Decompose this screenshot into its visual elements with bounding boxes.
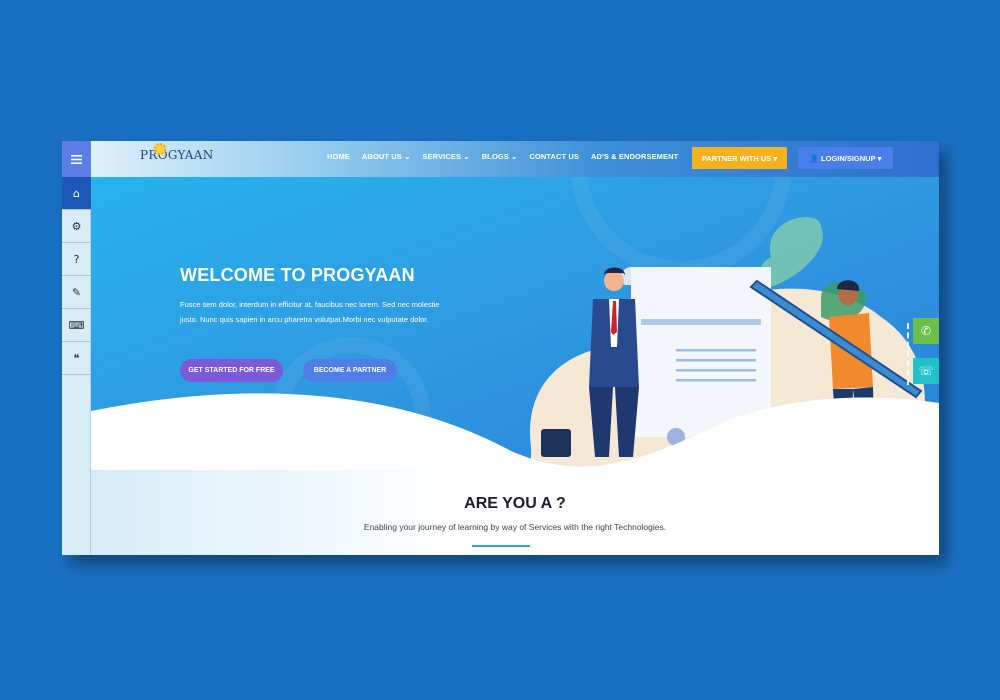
login-signup-button[interactable]: 👤 LOGIN/SIGNUP ▾ — [798, 147, 893, 169]
nav-home[interactable]: HOME — [327, 152, 350, 161]
hero-description: Fusce sem dolor, interdum in efficitur a… — [180, 300, 440, 324]
become-partner-button[interactable]: BECOME A PARTNER — [303, 359, 397, 382]
tools-icon: ✎ — [71, 285, 82, 299]
caret-down-icon: ▾ — [877, 153, 882, 163]
hero-title: WELCOME TO PROGYAAN — [180, 265, 415, 285]
nav-menu: HOME ABOUT US ⌄ SERVICES ⌄ BLOGS ⌄ CONTA… — [327, 152, 690, 161]
chevron-down-icon: ⌄ — [510, 152, 518, 161]
hamburger-icon — [71, 154, 82, 164]
whatsapp-icon: ✆ — [920, 324, 932, 338]
nav-blogs[interactable]: BLOGS ⌄ — [482, 152, 518, 161]
top-navbar: PROGYAAN HOME ABOUT US ⌄ SERVICES ⌄ BLOG… — [91, 141, 939, 177]
home-icon: ⌂ — [73, 186, 80, 200]
sidebar: ⌂ ⚙ ? ✎ ⌨ ❝ — [62, 141, 91, 555]
logo-text: PROGYAAN — [140, 148, 214, 162]
get-started-button[interactable]: GET STARTED FOR FREE — [180, 359, 283, 382]
sidebar-item-tools[interactable]: ✎ — [62, 276, 91, 309]
chevron-down-icon: ⌄ — [404, 152, 411, 161]
logo-sun-icon — [154, 143, 166, 155]
menu-toggle-button[interactable] — [62, 141, 91, 177]
nav-services[interactable]: SERVICES ⌄ — [422, 152, 469, 161]
chevron-down-icon: ⌄ — [463, 152, 470, 161]
section-title: ARE YOU A ? — [464, 495, 566, 512]
sidebar-item-keyboard[interactable]: ⌨ — [62, 309, 91, 342]
question-icon: ? — [73, 252, 80, 266]
section-subtitle: Enabling your journey of learning by way… — [363, 522, 667, 532]
whatsapp-button[interactable]: ✆ — [913, 318, 939, 344]
sidebar-item-help[interactable]: ? — [62, 243, 91, 276]
user-icon: 👤 — [809, 153, 819, 163]
are-you-section: ARE YOU A ? Enabling your journey of lea… — [91, 470, 939, 555]
caret-down-icon: ▾ — [773, 153, 778, 163]
section-underline — [472, 545, 530, 547]
nav-contact-us[interactable]: CONTACT US — [529, 152, 579, 161]
logo[interactable]: PROGYAAN — [140, 143, 214, 162]
quote-icon: ❝ — [73, 351, 80, 365]
sidebar-item-testimonials[interactable]: ❝ — [62, 342, 91, 375]
sidebar-item-services[interactable]: ⚙ — [62, 210, 91, 243]
nav-ads-endorsement[interactable]: AD'S & ENDORSEMENT — [591, 152, 678, 161]
partner-with-us-button[interactable]: PARTNER WITH US ▾ — [692, 147, 787, 169]
gears-icon: ⚙ — [71, 219, 82, 233]
keyboard-icon: ⌨ — [68, 318, 85, 332]
nav-about-us[interactable]: ABOUT US ⌄ — [362, 152, 411, 161]
phone-icon: ☏ — [918, 364, 934, 378]
sidebar-item-home[interactable]: ⌂ — [62, 177, 91, 210]
float-divider — [907, 323, 909, 385]
browser-frame: ⌂ ⚙ ? ✎ ⌨ ❝ PROGYAAN HOME ABOUT US ⌄ SER… — [62, 141, 939, 555]
